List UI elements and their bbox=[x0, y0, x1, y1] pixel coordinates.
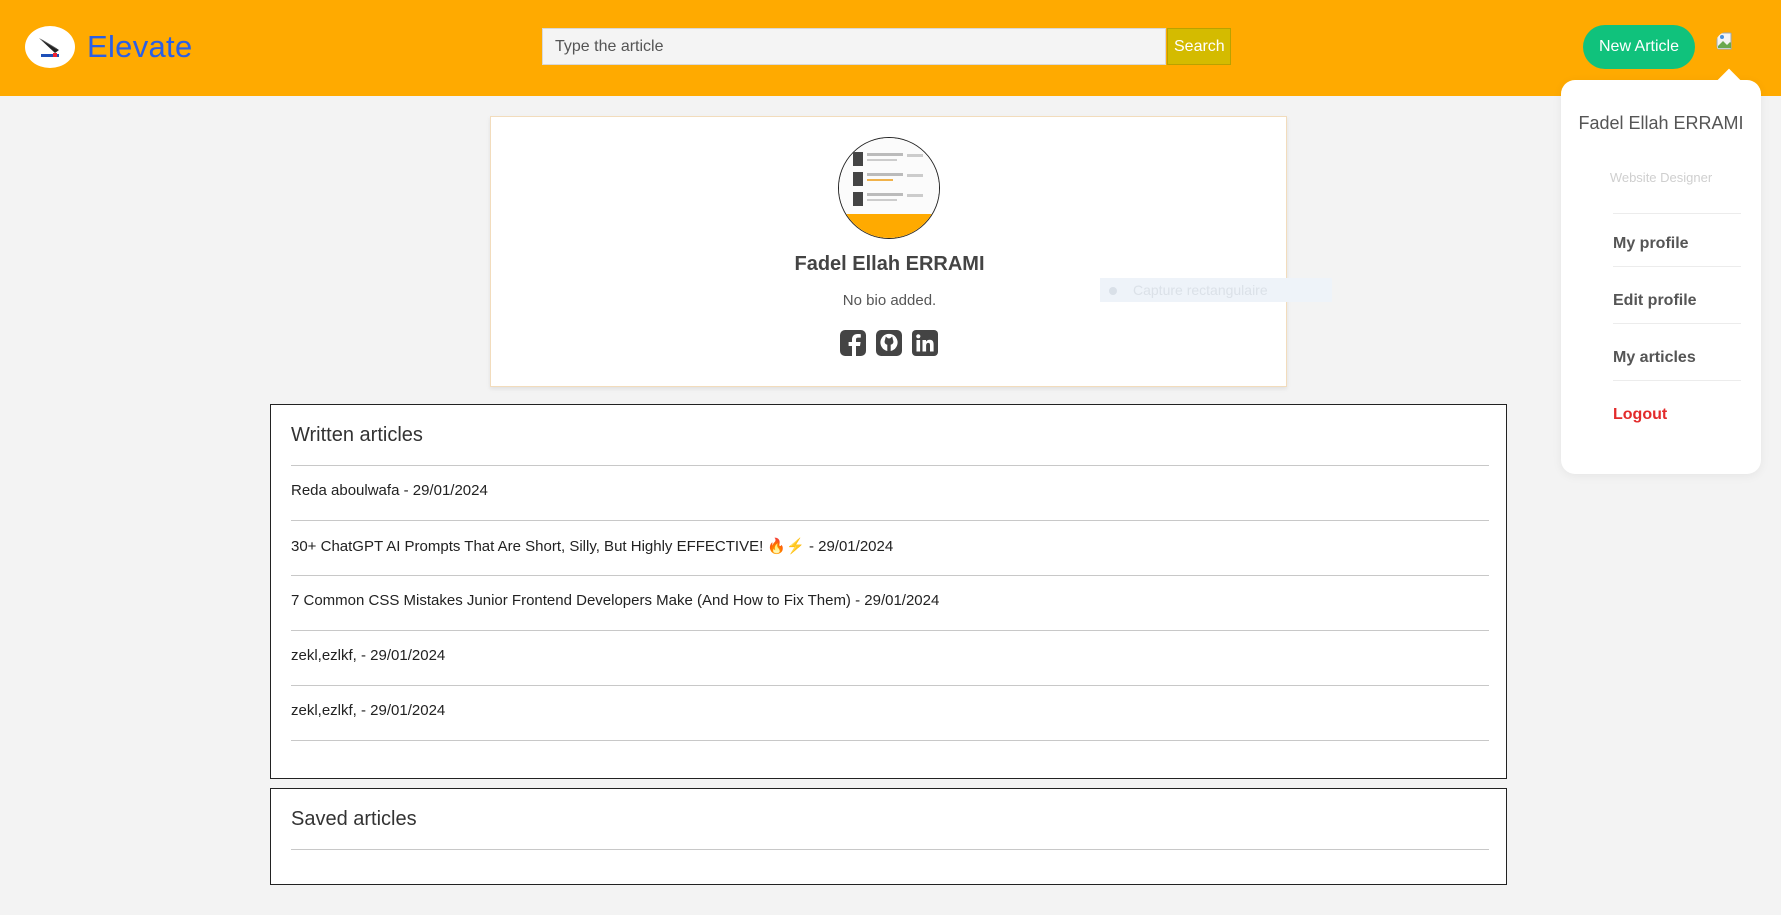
user-avatar-button[interactable] bbox=[1716, 32, 1738, 54]
written-articles-title: Written articles bbox=[291, 424, 423, 446]
quill-logo-icon bbox=[25, 26, 75, 68]
dropdown-user-role: Website Designer bbox=[1609, 170, 1713, 185]
row-divider bbox=[291, 575, 1489, 576]
article-row[interactable]: zekl,ezlkf, - 29/01/2024 bbox=[291, 647, 445, 664]
new-article-button[interactable]: New Article bbox=[1583, 25, 1695, 69]
capture-overlay-label: Capture rectangulaire bbox=[1133, 282, 1268, 298]
dropdown-user-name: Fadel Ellah ERRAMI bbox=[1578, 113, 1744, 133]
social-links bbox=[839, 329, 939, 357]
brand-logo-link[interactable]: Elevate bbox=[25, 26, 193, 68]
menu-item-my-articles[interactable]: My articles bbox=[1613, 349, 1696, 367]
article-row[interactable]: Reda aboulwafa - 29/01/2024 bbox=[291, 482, 488, 499]
dropdown-divider bbox=[1613, 213, 1741, 214]
menu-item-logout[interactable]: Logout bbox=[1613, 406, 1667, 424]
article-row[interactable]: 30+ ChatGPT AI Prompts That Are Short, S… bbox=[291, 537, 893, 555]
dropdown-divider bbox=[1613, 380, 1741, 381]
saved-articles-title: Saved articles bbox=[291, 808, 417, 830]
capture-overlay-tooltip: Capture rectangulaire bbox=[1100, 278, 1332, 302]
row-divider bbox=[291, 849, 1489, 850]
facebook-icon[interactable] bbox=[839, 329, 867, 357]
dropdown-divider bbox=[1613, 266, 1741, 267]
broken-image-icon bbox=[1716, 32, 1732, 50]
menu-item-my-profile[interactable]: My profile bbox=[1613, 235, 1689, 253]
row-divider bbox=[291, 740, 1489, 741]
profile-picture bbox=[838, 137, 940, 239]
dropdown-divider bbox=[1613, 323, 1741, 324]
written-articles-panel: Written articles Reda aboulwafa - 29/01/… bbox=[270, 404, 1507, 779]
row-divider bbox=[291, 630, 1489, 631]
top-navbar: Elevate Search New Article bbox=[0, 0, 1781, 96]
article-search-input[interactable] bbox=[542, 28, 1166, 65]
menu-item-edit-profile[interactable]: Edit profile bbox=[1613, 292, 1697, 310]
row-divider bbox=[291, 465, 1489, 466]
profile-name: Fadel Ellah ERRAMI bbox=[794, 253, 985, 275]
profile-card: Fadel Ellah ERRAMI No bio added. bbox=[490, 116, 1287, 387]
profile-screenshot-thumbnail bbox=[839, 138, 939, 238]
row-divider bbox=[291, 520, 1489, 521]
saved-articles-panel: Saved articles bbox=[270, 788, 1507, 885]
article-row[interactable]: zekl,ezlkf, - 29/01/2024 bbox=[291, 702, 445, 719]
profile-dropdown-menu: Fadel Ellah ERRAMI Website Designer My p… bbox=[1561, 80, 1761, 474]
github-icon[interactable] bbox=[875, 329, 903, 357]
brand-name: Elevate bbox=[87, 29, 193, 64]
article-row[interactable]: 7 Common CSS Mistakes Junior Frontend De… bbox=[291, 592, 939, 609]
linkedin-icon[interactable] bbox=[911, 329, 939, 357]
capture-dot-icon bbox=[1109, 287, 1117, 295]
row-divider bbox=[291, 685, 1489, 686]
search-button[interactable]: Search bbox=[1167, 28, 1231, 65]
